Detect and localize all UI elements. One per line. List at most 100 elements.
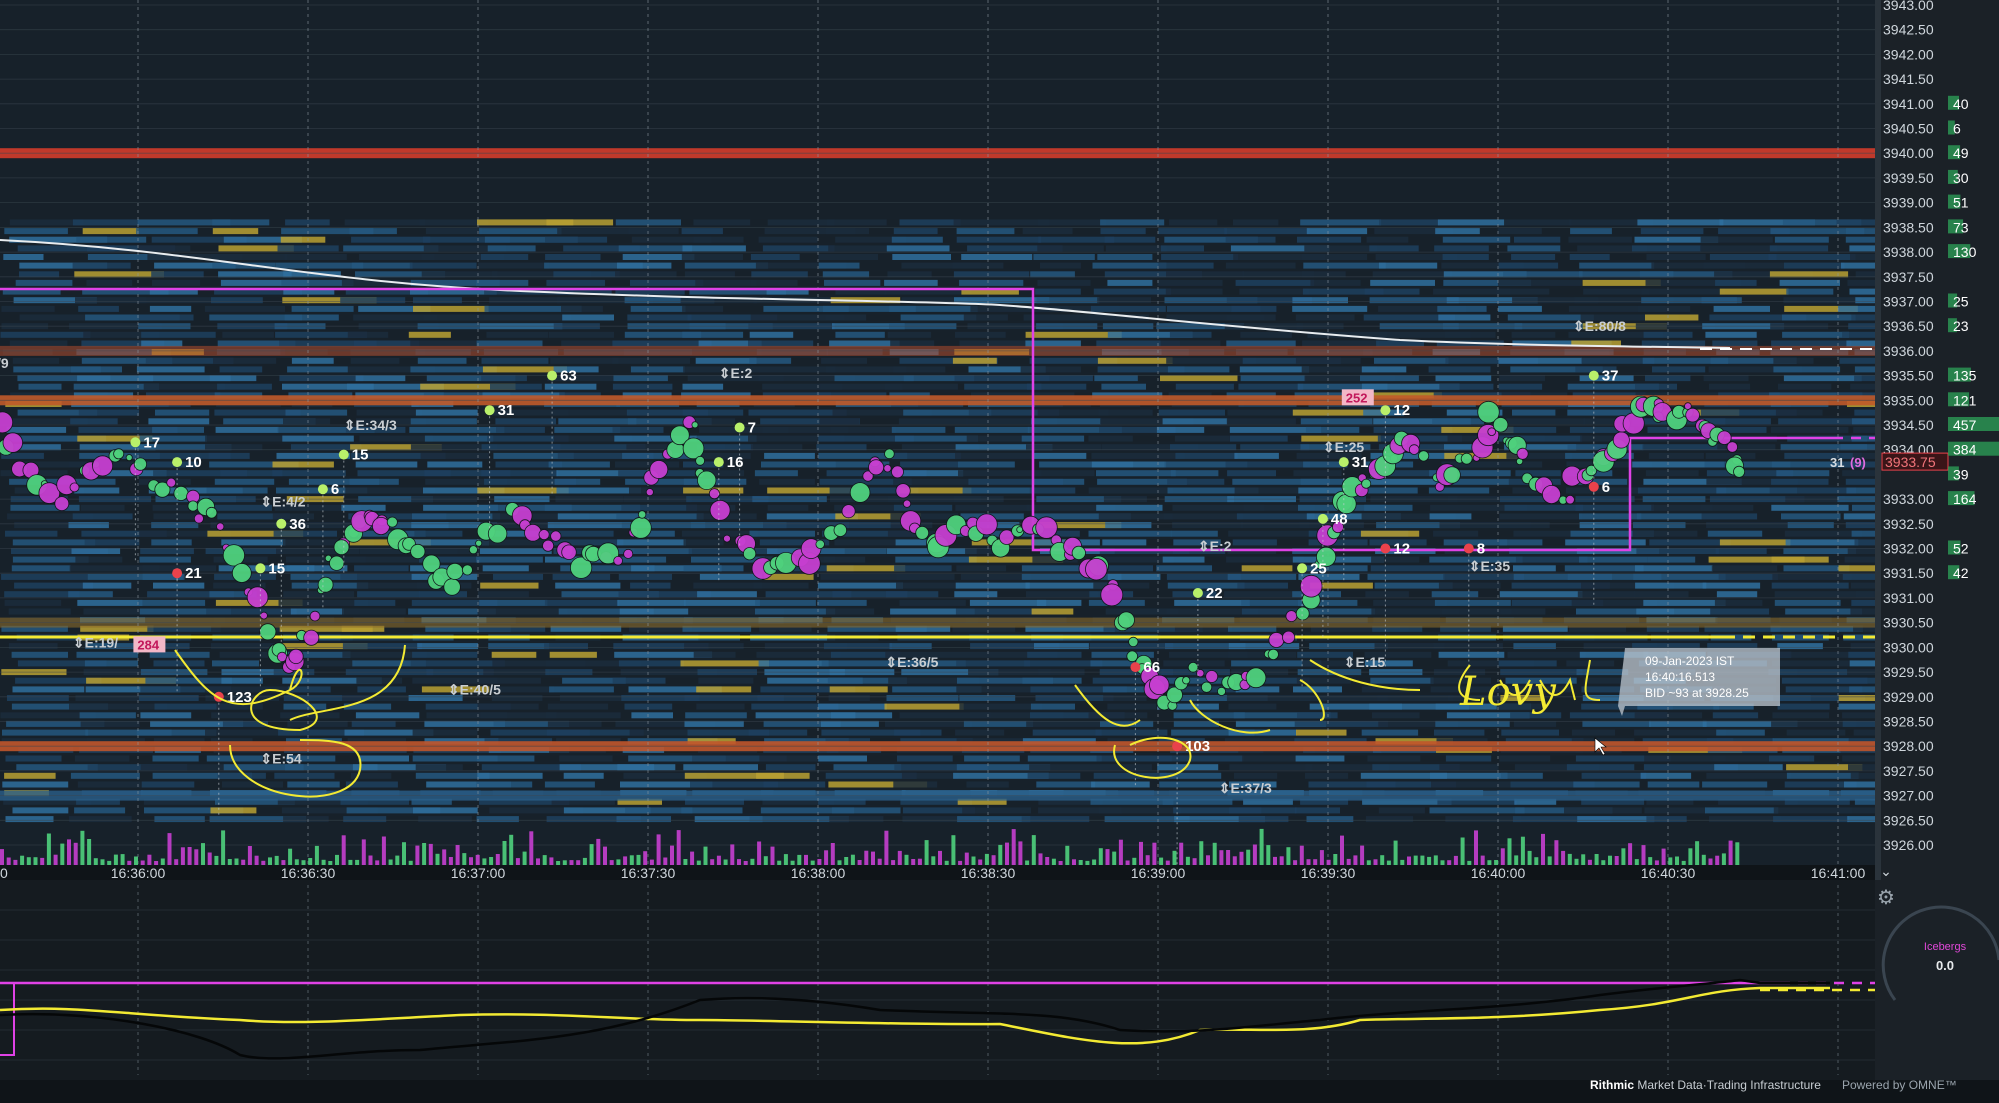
heatmap-chart[interactable]: 6171331021123361561531631676610322254831… [0,0,1999,1098]
heatmap-cell [696,435,757,442]
trading-chart: 6171331021123361561531631676610322254831… [0,0,1999,1098]
trade-bubble [205,506,218,519]
side-volume-label: 164 [1953,491,1977,507]
trade-bubble [883,464,892,473]
trade-bubble [309,610,321,622]
heatmap-cell [138,695,199,701]
heatmap-cell [612,383,673,390]
heatmap-cell [351,236,431,243]
heatmap-cell [71,366,122,373]
heatmap-cell [342,643,423,650]
x-tick-label: 16:36:00 [111,865,166,881]
volume-bar [207,852,212,865]
volume-bar [435,853,440,865]
volume-bar [482,858,487,865]
heatmap-cell [1646,816,1687,823]
heatmap-cell [86,279,133,286]
heatmap-cell [617,539,686,546]
heatmap-cell [1226,418,1296,425]
trade-bubble [1418,450,1430,462]
volume-bar [716,855,721,865]
volume-bar [120,854,125,865]
heatmap-cell [78,305,119,312]
heatmap-cell [963,314,1008,321]
heatmap-cell [1036,599,1082,606]
volume-bar [824,850,829,865]
heatmap-cell [1364,504,1413,511]
heatmap-cell [1579,513,1642,520]
heatmap-cell [82,228,139,235]
chevron-down-icon[interactable]: ⌄ [1876,863,1896,881]
heatmap-cell [1379,262,1438,269]
heatmap-cell [354,599,396,606]
heatmap-cell [683,764,758,771]
volume-bar [408,860,413,865]
heatmap-cell [1034,470,1095,477]
heatmap-cell [763,781,826,788]
heatmap-cell [1714,599,1763,606]
price-tick-label: 3937.50 [1883,269,1934,285]
heatmap-cell [1498,660,1557,667]
heatmap-cell [960,573,1031,580]
heatmap-cell [1769,755,1815,762]
heatmap-cell [409,426,505,433]
heatmap-cell [1031,608,1074,615]
volume-label: 48 [1331,511,1348,528]
heatmap-cell [1227,470,1276,477]
heatmap-cell [419,591,467,598]
volume-label: 21 [185,565,202,582]
volume-bar [1279,856,1284,865]
heatmap-cell [1771,556,1829,563]
heatmap-cell [1774,236,1829,243]
heatmap-cell [1293,470,1342,477]
axes: 16:36:00 16:36:30 16:37:00 16:37:30 16:38:00… [0,865,1875,881]
volume-bar [1400,859,1405,865]
heatmap-cell [1021,573,1122,580]
volume-bar [1139,841,1143,865]
heatmap-cell [1499,539,1543,546]
heatmap-cell [1632,245,1702,252]
heatmap-cell [16,764,98,771]
volume-bar [529,831,534,865]
heatmap-cell [823,643,893,650]
heatmap-cell [1637,219,1724,226]
trade-bubble [371,517,390,536]
volume-dot [1317,513,1328,524]
heatmap-cell [283,418,331,425]
heatmap-cell [5,530,58,537]
heatmap-cell [340,297,406,304]
heatmap-cell [1093,288,1171,295]
trade-bubble [329,555,345,571]
event-label: ⇕E:19/ [73,634,118,650]
volume-bar [1092,859,1097,865]
heatmap-cell [612,357,690,364]
heatmap-cell [764,452,815,459]
heatmap-cell [351,262,413,269]
heatmap-cell [1705,331,1757,338]
x-tick-label: 16:37:30 [621,865,676,881]
heatmap-cell [1238,383,1304,390]
heatmap-cell [291,357,334,364]
heatmap-cell [683,565,744,572]
heatmap-cell [1700,504,1754,511]
heatmap-cell [1099,807,1181,814]
volume-bar [194,849,199,865]
volume-bar [763,856,768,865]
volume-bar [174,859,179,865]
volume-bar [1594,854,1599,865]
volume-bar [46,833,51,865]
heatmap-cell [423,504,498,511]
volume-bar [636,854,641,865]
volume-label: 36 [289,516,306,533]
heatmap-cell [1504,504,1584,511]
volume-bar [1058,861,1063,865]
heatmap-cell [1,305,55,312]
trade-bubble [1182,676,1191,685]
heatmap-cell [1295,755,1345,762]
heatmap-cell [208,452,250,459]
volume-bar [1386,860,1391,865]
volume-bar [1212,842,1217,865]
heatmap-cell [748,340,814,347]
gear-icon[interactable]: ⚙ [1873,885,1899,911]
side-volume-label: 23 [1953,318,1969,334]
